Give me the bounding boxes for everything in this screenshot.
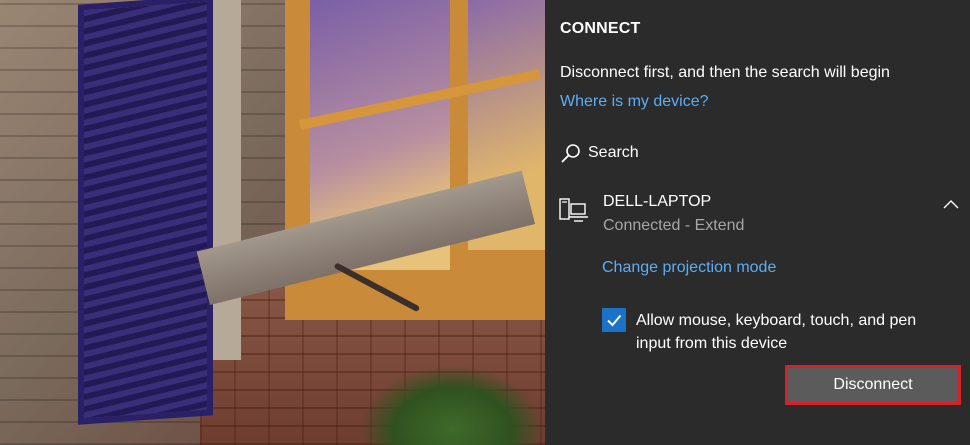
search-icon <box>560 142 582 164</box>
checkmark-icon <box>607 314 622 327</box>
wallpaper-stone-frame <box>213 0 241 360</box>
search-button[interactable]: Search <box>560 141 639 165</box>
chevron-up-icon[interactable] <box>942 196 960 214</box>
allow-input-checkbox[interactable] <box>602 308 626 332</box>
laptop-display-icon <box>559 197 589 223</box>
disconnect-button[interactable]: Disconnect <box>785 365 961 405</box>
device-name: DELL-LAPTOP <box>603 193 712 210</box>
panel-title: CONNECT <box>560 20 641 37</box>
connect-panel: CONNECT Disconnect first, and then the s… <box>545 0 970 445</box>
allow-input-label: Allow mouse, keyboard, touch, and pen in… <box>636 312 917 352</box>
search-label: Search <box>588 144 639 161</box>
where-is-my-device-link[interactable]: Where is my device? <box>560 93 709 111</box>
device-status: Connected - Extend <box>603 217 745 234</box>
wallpaper-plant <box>360 365 545 445</box>
device-list-item[interactable]: DELL-LAPTOP Connected - Extend <box>555 188 965 248</box>
change-projection-mode-link[interactable]: Change projection mode <box>602 259 776 277</box>
desktop-wallpaper <box>0 0 545 445</box>
status-message: Disconnect first, and then the search wi… <box>560 64 890 81</box>
wallpaper-shutter <box>78 0 213 425</box>
